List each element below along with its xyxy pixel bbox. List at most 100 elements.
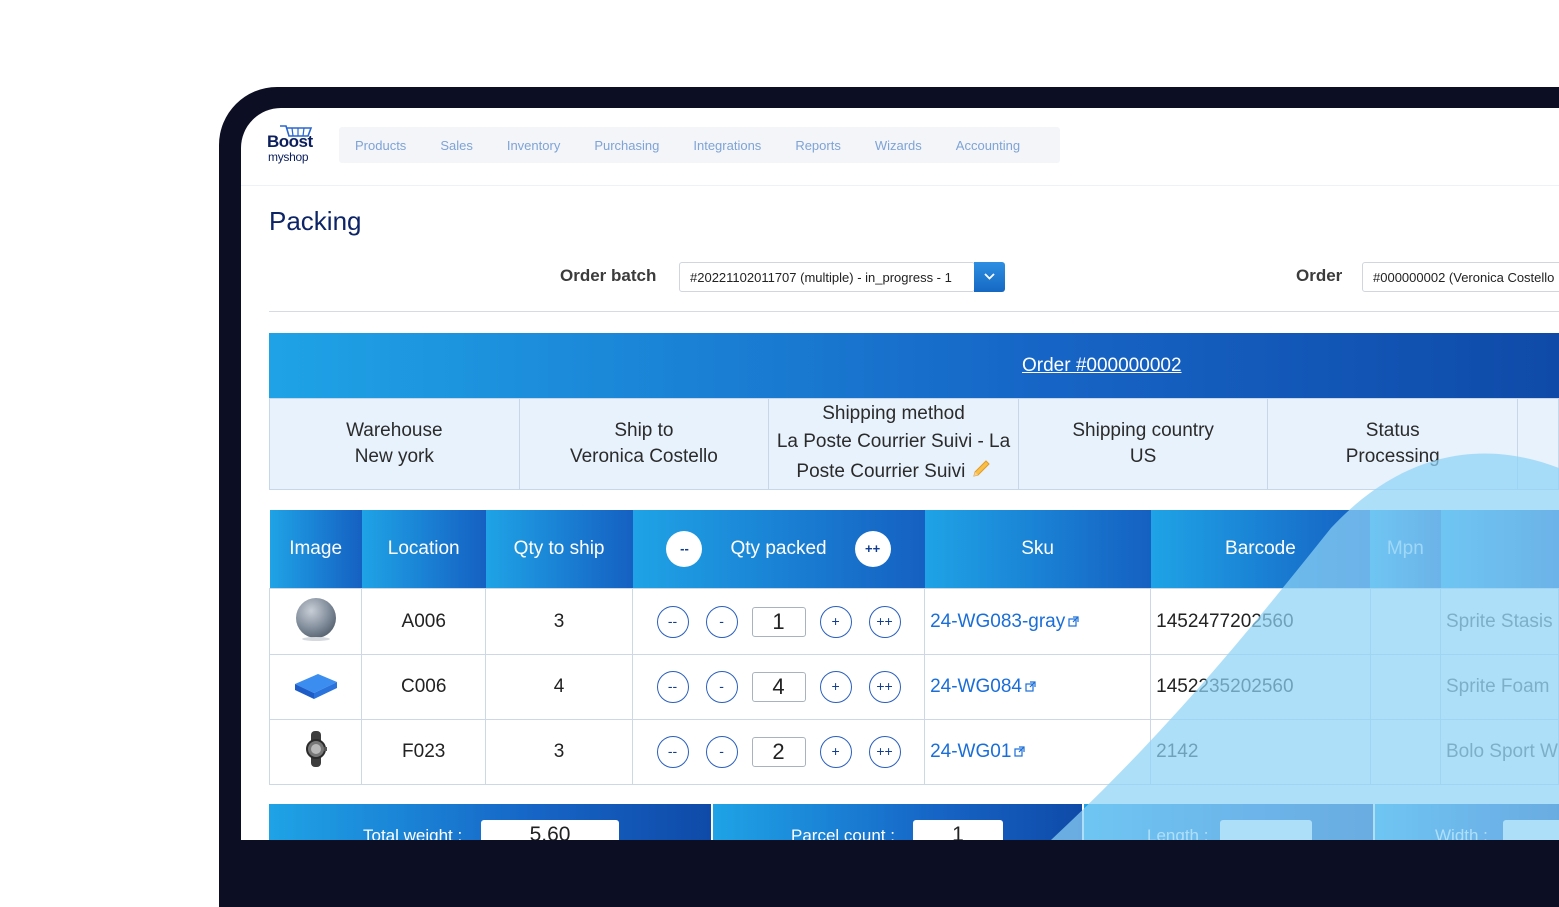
nav-wizards[interactable]: Wizards bbox=[858, 138, 939, 153]
info-warehouse-label: Warehouse bbox=[346, 420, 443, 441]
plus-button[interactable]: + bbox=[819, 671, 852, 703]
sport-watch-icon bbox=[305, 731, 327, 767]
minus-all-button[interactable]: -- bbox=[656, 605, 689, 638]
logo-text-bottom: myshop bbox=[268, 150, 309, 164]
plus-all-button[interactable]: ++ bbox=[868, 605, 901, 638]
qty-to-ship-cell: 3 bbox=[485, 588, 633, 655]
plus-button[interactable]: + bbox=[819, 736, 852, 768]
col-sku: Sku bbox=[924, 510, 1151, 589]
nav-reports[interactable]: Reports bbox=[778, 138, 858, 153]
main-menu: Products Sales Inventory Purchasing Inte… bbox=[339, 127, 1060, 163]
info-extra bbox=[1518, 399, 1558, 489]
minus-all-rows-button[interactable]: -- bbox=[666, 531, 703, 567]
info-ship-to: Ship to Veronica Costello bbox=[520, 399, 770, 489]
mpn-cell bbox=[1369, 654, 1442, 720]
barcode-cell: 1452477202560 bbox=[1150, 588, 1371, 655]
qty-packed-input[interactable]: 1 bbox=[751, 606, 806, 637]
parcel-count-input[interactable]: 1 bbox=[913, 820, 1003, 840]
minus-button[interactable]: - bbox=[705, 671, 738, 703]
order-info-row: Warehouse New york Ship to Veronica Cost… bbox=[269, 398, 1559, 490]
qty-to-ship-cell: 3 bbox=[485, 719, 633, 785]
qty-stepper: -- - 1 + ++ bbox=[633, 605, 924, 638]
external-link-icon[interactable] bbox=[1014, 746, 1025, 758]
pencil-icon[interactable] bbox=[971, 459, 991, 479]
chevron-down-icon bbox=[984, 273, 995, 280]
grey-ball-icon bbox=[295, 597, 336, 641]
qty-to-ship-cell: 4 bbox=[485, 654, 633, 720]
info-shipping-country-label: Shipping country bbox=[1072, 420, 1214, 441]
sku-link[interactable]: 24-WG084 bbox=[930, 676, 1022, 697]
barcode-cell: 2142 bbox=[1150, 719, 1371, 785]
sku-cell: 24-WG084 bbox=[924, 654, 1152, 720]
top-navigation: Boost myshop Products Sales Inventory Pu… bbox=[241, 108, 1559, 186]
info-shipping-country-value: US bbox=[1129, 446, 1157, 467]
nav-purchasing[interactable]: Purchasing bbox=[577, 138, 676, 153]
width-label: Width : bbox=[1435, 826, 1488, 840]
order-label: Order bbox=[1296, 266, 1343, 285]
logo-text-top: Boost bbox=[267, 132, 313, 151]
product-name-cell: Sprite Stasis bbox=[1440, 588, 1559, 655]
minus-button[interactable]: - bbox=[705, 605, 738, 638]
qty-packed-input[interactable]: 2 bbox=[751, 737, 806, 767]
order-batch-label: Order batch bbox=[560, 266, 657, 285]
barcode-cell: 1452235202560 bbox=[1150, 654, 1371, 720]
external-link-icon[interactable] bbox=[1068, 616, 1079, 627]
app-screen: Boost myshop Products Sales Inventory Pu… bbox=[241, 108, 1559, 840]
col-location: Location bbox=[361, 510, 486, 589]
plus-all-button[interactable]: ++ bbox=[868, 736, 901, 768]
product-name-cell: Bolo Sport W bbox=[1440, 719, 1559, 785]
total-weight-segment: Total weight : 5.60 bbox=[269, 804, 713, 840]
nav-inventory[interactable]: Inventory bbox=[490, 138, 577, 153]
product-name-cell: Sprite Foam bbox=[1440, 654, 1559, 720]
nav-products[interactable]: Products bbox=[339, 138, 423, 153]
order-link[interactable]: Order #000000002 bbox=[1022, 333, 1182, 398]
minus-all-button[interactable]: -- bbox=[656, 671, 689, 703]
sku-link[interactable]: 24-WG083-gray bbox=[930, 611, 1065, 632]
nav-sales[interactable]: Sales bbox=[423, 138, 490, 153]
qty-packed-input[interactable]: 4 bbox=[751, 672, 806, 702]
info-shipping-country: Shipping country US bbox=[1019, 399, 1269, 489]
table-row: C006 4 -- - 4 + ++ 24-WG084 145223520256… bbox=[268, 654, 1559, 720]
info-shipping-method-label: Shipping method bbox=[822, 403, 965, 424]
plus-button[interactable]: + bbox=[819, 605, 852, 638]
order-select[interactable]: #000000002 (Veronica Costello bbox=[1362, 262, 1559, 292]
minus-all-button[interactable]: -- bbox=[656, 736, 689, 768]
nav-accounting[interactable]: Accounting bbox=[939, 138, 1037, 153]
info-ship-to-label: Ship to bbox=[614, 420, 674, 441]
parcel-count-label: Parcel count : bbox=[791, 826, 895, 840]
table-row: F023 3 -- - 2 + ++ 24-WG01 2142 Bolo Spo… bbox=[268, 719, 1559, 785]
order-batch-dropdown-button[interactable] bbox=[974, 262, 1005, 292]
info-shipping-method: Shipping method La Poste Courrier Suivi … bbox=[769, 399, 1019, 489]
product-image-cell bbox=[268, 654, 363, 720]
product-image-cell bbox=[268, 588, 363, 655]
col-barcode: Barcode bbox=[1150, 510, 1371, 589]
col-qty-to-ship: Qty to ship bbox=[485, 510, 633, 589]
total-weight-label: Total weight : bbox=[363, 826, 463, 840]
sku-cell: 24-WG01 bbox=[924, 719, 1152, 785]
total-weight-input[interactable]: 5.60 bbox=[481, 820, 619, 840]
table-row: A006 3 -- - 1 + ++ 24-WG083-gray 1452477… bbox=[268, 588, 1559, 655]
length-input[interactable] bbox=[1220, 820, 1312, 840]
packing-items-table: Image Location Qty to ship -- Qty packed… bbox=[268, 510, 1559, 785]
sku-link[interactable]: 24-WG01 bbox=[930, 741, 1011, 762]
length-label: Length : bbox=[1147, 826, 1209, 840]
col-qty-packed: -- Qty packed ++ bbox=[632, 510, 925, 589]
mpn-cell bbox=[1369, 719, 1442, 785]
width-segment: Width : bbox=[1375, 804, 1559, 840]
info-warehouse: Warehouse New york bbox=[270, 399, 520, 489]
divider bbox=[269, 311, 1559, 312]
info-status: Status Processing bbox=[1268, 399, 1519, 489]
boostmyshop-logo[interactable]: Boost myshop bbox=[267, 124, 323, 166]
qty-packed-cell: -- - 2 + ++ bbox=[631, 719, 926, 785]
location-cell: F023 bbox=[361, 719, 487, 785]
nav-integrations[interactable]: Integrations bbox=[676, 138, 778, 153]
plus-all-rows-button[interactable]: ++ bbox=[854, 531, 891, 567]
minus-button[interactable]: - bbox=[705, 736, 738, 768]
width-input[interactable] bbox=[1503, 820, 1559, 840]
qty-stepper: -- - 2 + ++ bbox=[633, 736, 924, 768]
order-batch-select[interactable]: #20221102011707 (multiple) - in_progress… bbox=[679, 262, 975, 292]
info-warehouse-value: New york bbox=[354, 446, 434, 467]
plus-all-button[interactable]: ++ bbox=[868, 671, 901, 703]
external-link-icon[interactable] bbox=[1025, 681, 1036, 693]
product-image-cell bbox=[268, 719, 363, 785]
